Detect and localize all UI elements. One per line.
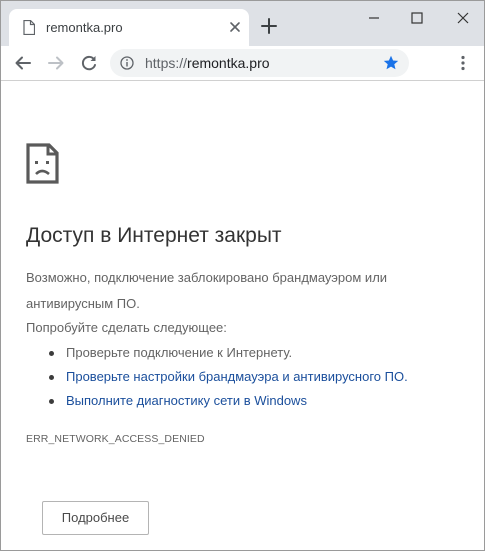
reload-icon[interactable] (79, 53, 99, 73)
error-page: Доступ в Интернет закрыт Возможно, подкл… (1, 82, 484, 550)
bullet (49, 399, 54, 404)
plus-icon[interactable] (258, 15, 280, 37)
bullet (49, 351, 54, 356)
list-item: Проверьте подключение к Интернету. (26, 341, 476, 365)
star-icon[interactable] (382, 54, 400, 72)
info-icon[interactable] (120, 56, 134, 70)
error-code: ERR_NETWORK_ACCESS_DENIED (26, 433, 205, 445)
url-text[interactable]: https://remontka.pro (145, 55, 270, 71)
maximize-icon[interactable] (406, 7, 428, 29)
page-title: Доступ в Интернет закрыт (26, 224, 282, 247)
page-icon (23, 20, 35, 35)
minimize-icon[interactable] (363, 7, 385, 29)
firewall-settings-link[interactable]: Проверьте настройки брандмауэра и антиви… (66, 369, 408, 384)
details-button[interactable]: Подробнее (42, 501, 149, 535)
suggestion-text: Проверьте подключение к Интернету. (66, 345, 293, 360)
network-diagnostics-link[interactable]: Выполните диагностику сети в Windows (66, 393, 307, 408)
tab-remontka[interactable]: remontka.pro (9, 9, 249, 46)
close-icon[interactable] (452, 7, 474, 29)
url-scheme: https:// (145, 55, 188, 71)
browser-window: remontka.pro https://remontka.pro Доступ… (0, 0, 485, 551)
list-item[interactable]: Проверьте настройки брандмауэра и антиви… (26, 365, 476, 389)
url-host: remontka.pro (187, 55, 270, 71)
tab-title: remontka.pro (46, 20, 123, 35)
bullet (49, 375, 54, 380)
suggestions-label: Попробуйте сделать следующее: (26, 320, 227, 335)
title-bar: remontka.pro (1, 1, 484, 46)
address-bar[interactable]: https://remontka.pro (110, 49, 409, 77)
error-description: Возможно, подключение заблокировано бран… (26, 270, 388, 311)
arrow-left-icon[interactable] (13, 53, 33, 73)
sad-page-icon (26, 143, 59, 184)
list-item[interactable]: Выполните диагностику сети в Windows (26, 389, 476, 413)
toolbar: https://remontka.pro (1, 46, 484, 81)
suggestions-list: Проверьте подключение к Интернету. Прове… (26, 341, 476, 413)
arrow-right-icon[interactable] (46, 53, 66, 73)
kebab-menu-icon[interactable] (453, 53, 473, 73)
close-icon[interactable] (228, 20, 242, 34)
